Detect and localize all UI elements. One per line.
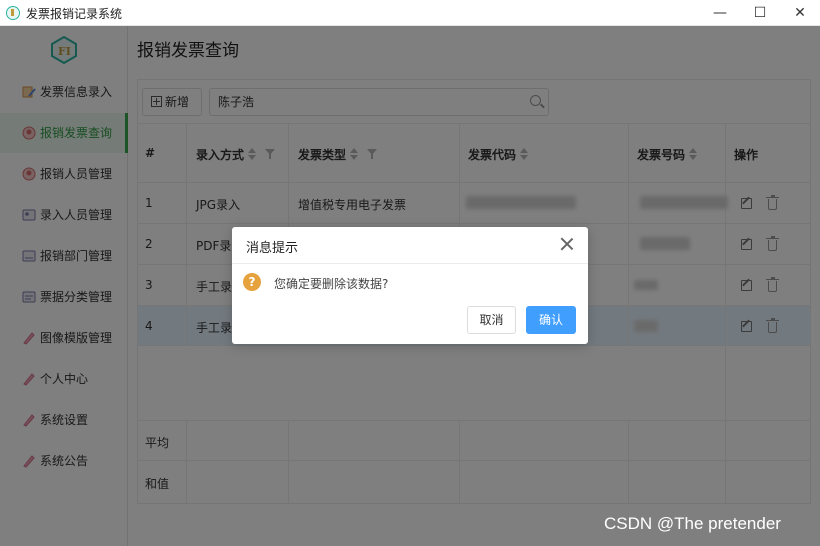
confirm-dialog: 消息提示 ? 您确定要删除该数据? 取消 确认 (232, 227, 588, 344)
window-titlebar: 发票报销记录系统 — ☐ ✕ (0, 0, 820, 26)
close-icon[interactable] (558, 235, 576, 253)
question-warning-icon: ? (243, 273, 261, 291)
app-logo-icon (6, 6, 20, 20)
dialog-message: 您确定要删除该数据? (274, 277, 389, 291)
cancel-button[interactable]: 取消 (467, 306, 516, 334)
dialog-divider (232, 263, 588, 264)
confirm-button[interactable]: 确认 (526, 306, 576, 334)
window-title: 发票报销记录系统 (26, 7, 123, 21)
watermark-text: CSDN @The pretender (604, 514, 781, 533)
maximize-icon[interactable]: ☐ (740, 0, 780, 26)
dialog-title: 消息提示 (246, 241, 299, 256)
close-icon[interactable]: ✕ (780, 0, 820, 26)
minimize-icon[interactable]: — (700, 0, 740, 26)
